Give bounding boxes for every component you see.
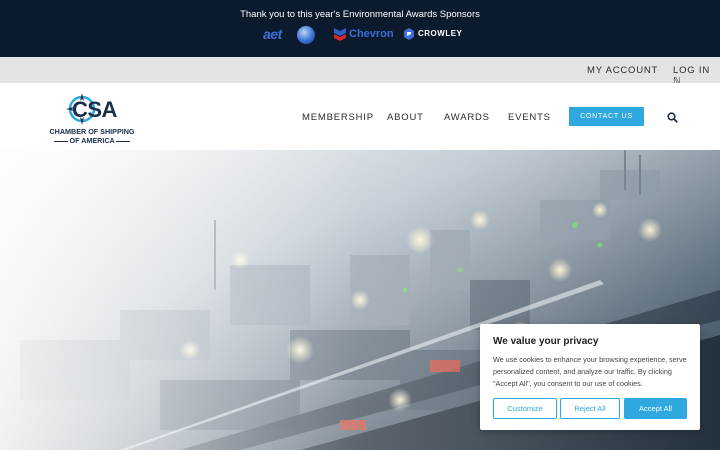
sponsor-logo-crowley[interactable]: CROWLEY <box>403 28 463 42</box>
brand-name-line2-row: OF AMERICA <box>44 136 140 145</box>
sponsor-logo-chevron[interactable]: Chevron <box>333 27 394 43</box>
brand-logo[interactable]: CSA CHAMBER OF SHIPPING OF AMERICA <box>44 91 140 147</box>
nav-awards[interactable]: AWARDS <box>444 112 490 123</box>
nav-about[interactable]: ABOUT <box>387 112 424 123</box>
my-account-link[interactable]: MY ACCOUNT <box>587 65 658 76</box>
brand-name-line2: OF AMERICA <box>69 136 115 145</box>
reject-all-button[interactable]: Reject All <box>560 398 620 419</box>
sponsor-logo-aet[interactable]: aet <box>263 26 319 44</box>
cookie-title: We value your privacy <box>493 336 599 347</box>
brand-name: CHAMBER OF SHIPPING OF AMERICA <box>44 127 140 145</box>
nav-membership[interactable]: MEMBERSHIP <box>302 112 374 123</box>
chevron-logo-icon <box>334 28 346 41</box>
sponsor-title: Thank you to this year's Environmental A… <box>240 9 480 20</box>
cookie-consent-dialog: We value your privacy We use cookies to … <box>480 324 700 430</box>
sponsor-logos: aet Chevron CROWLEY <box>0 26 720 44</box>
brand-rule-left <box>53 140 68 142</box>
search-icon[interactable] <box>667 112 678 123</box>
brand-rule-right <box>116 140 131 142</box>
main-nav: CSA CHAMBER OF SHIPPING OF AMERICA MEMBE… <box>0 83 720 150</box>
sponsor-chevron-name: Chevron <box>349 28 394 40</box>
account-bar: MY ACCOUNT LOG IN ℕ <box>0 57 720 87</box>
cookie-description: We use cookies to enhance your browsing … <box>493 355 687 388</box>
brand-name-line1: CHAMBER OF SHIPPING <box>49 127 135 136</box>
globe-icon <box>297 26 315 44</box>
customize-button[interactable]: Customize <box>493 398 557 419</box>
sponsor-aet-name: aet <box>263 26 282 42</box>
brand-mark-text: CSA <box>72 97 117 122</box>
accept-all-button[interactable]: Accept All <box>624 398 687 419</box>
contact-us-button[interactable]: CONTACT US <box>569 107 644 126</box>
crowley-logo-icon <box>404 28 414 40</box>
sponsor-crowley-name: CROWLEY <box>418 29 463 38</box>
sponsor-bar: Thank you to this year's Environmental A… <box>0 0 720 57</box>
nav-events[interactable]: EVENTS <box>508 112 551 123</box>
